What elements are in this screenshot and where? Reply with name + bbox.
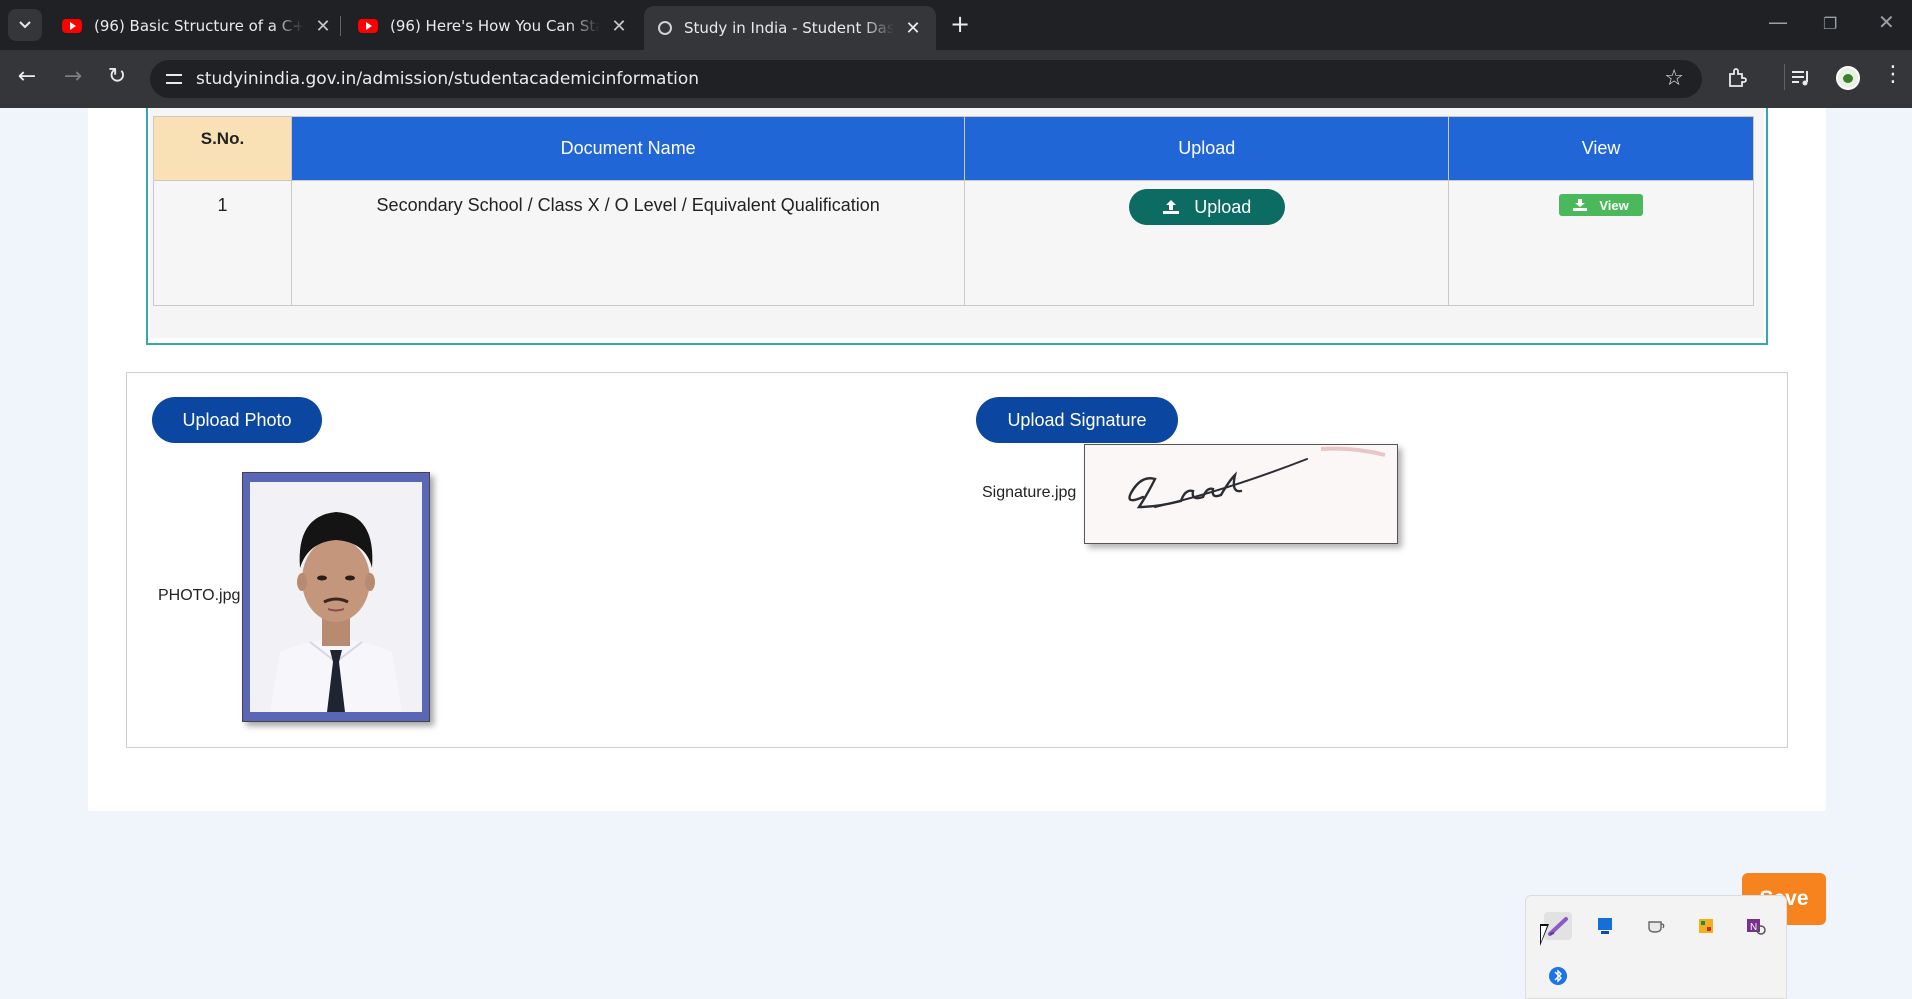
- new-tab-button[interactable]: +: [950, 10, 970, 38]
- tab-youtube-cpp[interactable]: (96) Basic Structure of a C++ Program ✕: [48, 8, 346, 44]
- signature-scribble: [1128, 446, 1386, 509]
- view-button-label: View: [1599, 197, 1629, 213]
- site-info-icon[interactable]: [164, 71, 184, 87]
- upload-document-button[interactable]: Upload: [1128, 189, 1285, 225]
- address-bar[interactable]: studyinindia.gov.in/admission/studentaca…: [150, 60, 1702, 98]
- upload-signature-button[interactable]: Upload Signature: [976, 397, 1178, 443]
- tab-youtube-start[interactable]: (96) Here's How You Can Start Your ✕: [344, 8, 642, 44]
- youtube-icon: [62, 19, 82, 33]
- menu-kebab-icon[interactable]: ⋮: [1882, 62, 1904, 87]
- cup-icon[interactable]: [1642, 912, 1670, 940]
- media-control-icon[interactable]: [1790, 67, 1812, 94]
- onenote-icon[interactable]: N: [1742, 912, 1770, 940]
- header-upload: Upload: [964, 116, 1450, 181]
- table-header-row: S.No. Document Name Upload View: [153, 116, 1754, 181]
- table-row: 1 Secondary School / Class X / O Level /…: [153, 180, 1754, 306]
- view-document-button[interactable]: View: [1559, 194, 1644, 216]
- tab-title: (96) Basic Structure of a C++ Program: [94, 17, 304, 35]
- signature-image: [1084, 444, 1398, 544]
- photo-filename: PHOTO.jpg: [158, 587, 241, 604]
- header-sno: S.No.: [153, 116, 292, 181]
- app-grid-icon[interactable]: [1692, 912, 1720, 940]
- profile-avatar[interactable]: [1836, 66, 1860, 90]
- reload-icon[interactable]: ↻: [102, 64, 132, 89]
- system-tray-flyout: N: [1525, 895, 1787, 999]
- restore-icon[interactable]: ❐: [1823, 14, 1837, 33]
- close-icon[interactable]: ✕: [904, 18, 922, 39]
- documents-table: S.No. Document Name Upload View 1 Second…: [153, 116, 1754, 306]
- minimize-icon[interactable]: —: [1768, 10, 1788, 34]
- row-view-cell: View: [1448, 180, 1754, 306]
- toolbar-divider: [1784, 64, 1785, 90]
- chevron-down-icon: [19, 21, 31, 29]
- bluetooth-icon[interactable]: [1544, 962, 1572, 990]
- forward-icon[interactable]: →: [58, 64, 88, 89]
- monitor-icon[interactable]: [1592, 912, 1620, 940]
- browser-tab-bar: (96) Basic Structure of a C++ Program ✕ …: [0, 0, 1912, 50]
- tab-study-in-india[interactable]: Study in India - Student Dashboard ✕: [644, 6, 936, 50]
- tab-title: Study in India - Student Dashboard: [684, 19, 894, 37]
- header-view: View: [1448, 116, 1754, 181]
- close-icon[interactable]: ✕: [314, 16, 332, 37]
- youtube-icon: [358, 19, 378, 33]
- mouse-cursor: [1540, 924, 1549, 946]
- close-icon[interactable]: ✕: [610, 16, 628, 37]
- portrait-image: [270, 512, 402, 712]
- bookmark-star-icon[interactable]: ☆: [1664, 66, 1684, 91]
- download-icon: [1573, 199, 1588, 211]
- signature-filename: Signature.jpg: [982, 484, 1077, 501]
- row-sno: 1: [153, 180, 292, 306]
- extensions-icon[interactable]: [1726, 67, 1748, 94]
- site-icon: [658, 21, 672, 35]
- header-document-name: Document Name: [290, 116, 966, 181]
- row-upload-cell: Upload: [964, 180, 1450, 306]
- url-text[interactable]: studyinindia.gov.in/admission/studentaca…: [196, 69, 699, 89]
- tab-title: (96) Here's How You Can Start Your: [390, 17, 600, 35]
- upload-photo-button[interactable]: Upload Photo: [152, 397, 322, 443]
- back-icon[interactable]: ←: [12, 64, 42, 89]
- student-photo: [242, 472, 430, 722]
- browser-toolbar: ← → ↻ studyinindia.gov.in/admission/stud…: [0, 50, 1912, 108]
- svg-text:N: N: [1750, 922, 1757, 933]
- close-window-icon[interactable]: ✕: [1878, 10, 1895, 34]
- upload-button-label: Upload: [1194, 196, 1252, 217]
- upload-icon: [1163, 200, 1180, 214]
- tab-divider: [340, 16, 341, 36]
- tab-search-button[interactable]: [8, 9, 42, 41]
- row-document-name: Secondary School / Class X / O Level / E…: [290, 180, 966, 306]
